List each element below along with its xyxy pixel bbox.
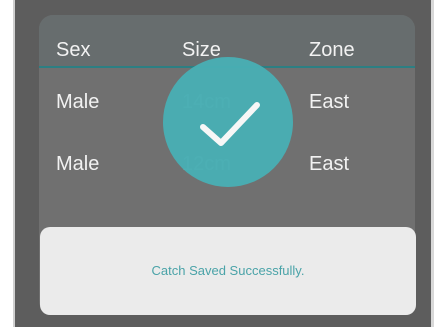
checkmark-icon xyxy=(200,102,260,146)
row-2-sex: Male xyxy=(56,153,100,175)
header-sex: Sex xyxy=(56,39,91,61)
row-2-zone: East xyxy=(309,153,350,175)
toast: Catch Saved Successfully. xyxy=(40,227,416,315)
row-1-sex: Male xyxy=(56,91,100,113)
header-zone: Zone xyxy=(309,39,355,61)
row-1-zone: East xyxy=(309,91,350,113)
toast-message: Catch Saved Successfully. xyxy=(151,263,305,278)
success-badge xyxy=(163,57,293,187)
frame-right-edge xyxy=(431,0,434,327)
